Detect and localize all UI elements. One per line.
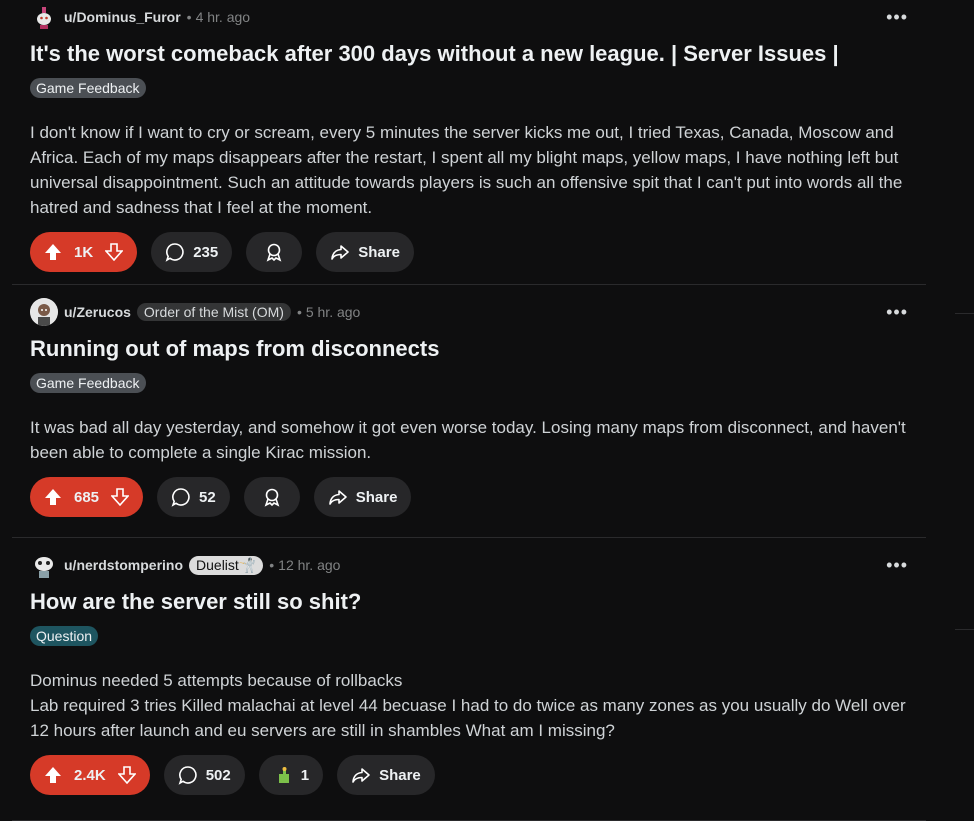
post-flair[interactable]: Game Feedback xyxy=(30,373,146,393)
award-button[interactable] xyxy=(243,477,300,517)
username[interactable]: u/nerdstomperino xyxy=(64,557,183,573)
ellipsis-icon[interactable]: ••• xyxy=(886,7,908,28)
post-actions: 2.4K 502 1 Share xyxy=(30,753,908,809)
post-time: 5 hr. ago xyxy=(305,304,361,320)
post-title[interactable]: How are the server still so shit? xyxy=(30,588,908,616)
award-button[interactable]: 1 xyxy=(258,755,324,795)
downvote-icon[interactable] xyxy=(105,243,124,261)
ellipsis-icon[interactable]: ••• xyxy=(886,555,908,576)
post-card[interactable]: u/Zerucos Order of the Mist (OM) • 5 hr.… xyxy=(12,285,926,538)
post-actions: 685 52 Share xyxy=(30,475,908,531)
post-time: 12 hr. ago xyxy=(278,557,341,573)
share-label: Share xyxy=(379,766,421,784)
post-actions: 1K 235 Share xyxy=(30,230,908,286)
user-avatar-icon xyxy=(30,298,58,326)
user-avatar[interactable] xyxy=(30,298,58,326)
snoo-avatar-icon xyxy=(35,557,53,578)
divider xyxy=(955,313,974,314)
comment-icon xyxy=(165,243,184,262)
share-button[interactable]: Share xyxy=(313,477,412,517)
upvote-icon[interactable] xyxy=(44,488,62,506)
username[interactable]: u/Zerucos xyxy=(64,304,131,320)
comments-button[interactable]: 502 xyxy=(163,755,245,795)
share-icon xyxy=(328,490,347,505)
comments-button[interactable]: 52 xyxy=(157,477,230,517)
downvote-icon[interactable] xyxy=(111,488,130,506)
share-button[interactable]: Share xyxy=(337,755,435,795)
post-body: Dominus needed 5 attempts because of rol… xyxy=(30,671,906,740)
separator-dot: • xyxy=(296,304,302,320)
separator-dot: • xyxy=(186,9,192,25)
user-avatar[interactable] xyxy=(30,3,58,31)
user-flair: Duelist🤺 xyxy=(189,555,264,575)
comments-button[interactable]: 235 xyxy=(151,232,233,272)
comment-count: 235 xyxy=(193,243,219,261)
post-card[interactable]: u/Dominus_Furor • 4 hr. ago ••• It's the… xyxy=(12,0,926,285)
share-label: Share xyxy=(355,488,398,506)
post-card[interactable]: u/nerdstomperino Duelist🤺 • 12 hr. ago •… xyxy=(12,538,926,821)
post-title[interactable]: Running out of maps from disconnects xyxy=(30,335,908,363)
separator-dot: • xyxy=(269,557,275,573)
upvote-icon[interactable] xyxy=(44,766,62,784)
post-flair[interactable]: Game Feedback xyxy=(30,78,146,98)
award-icon xyxy=(266,243,282,262)
vote-button[interactable]: 1K xyxy=(30,232,138,272)
upvote-icon[interactable] xyxy=(44,243,62,261)
award-icon xyxy=(264,488,280,507)
award-button[interactable] xyxy=(246,232,303,272)
divider xyxy=(955,629,974,630)
post-body: It was bad all day yesterday, and someho… xyxy=(30,418,906,462)
vote-button[interactable]: 2.4K xyxy=(30,755,150,795)
share-icon xyxy=(352,768,370,783)
comment-count: 52 xyxy=(199,488,216,506)
share-icon xyxy=(331,245,350,260)
vote-count: 1K xyxy=(74,243,94,261)
vote-count: 2.4K xyxy=(74,766,106,784)
ellipsis-icon[interactable]: ••• xyxy=(886,302,908,323)
comment-icon xyxy=(178,766,197,785)
post-body: I don't know if I want to cry or scream,… xyxy=(30,123,903,217)
post-feed: u/Dominus_Furor • 4 hr. ago ••• It's the… xyxy=(12,0,926,821)
award-count: 1 xyxy=(300,766,310,784)
vote-count: 685 xyxy=(74,488,100,506)
vote-button[interactable]: 685 xyxy=(30,477,144,517)
comment-count: 502 xyxy=(205,766,231,784)
post-title[interactable]: It's the worst comeback after 300 days w… xyxy=(30,40,908,68)
share-button[interactable]: Share xyxy=(316,232,414,272)
post-time: 4 hr. ago xyxy=(195,9,251,25)
post-meta: u/Dominus_Furor • 4 hr. ago ••• xyxy=(30,0,908,34)
comment-icon xyxy=(171,488,190,507)
snoo-avatar-icon xyxy=(37,7,51,29)
username[interactable]: u/Dominus_Furor xyxy=(64,9,181,25)
post-meta: u/Zerucos Order of the Mist (OM) • 5 hr.… xyxy=(30,295,908,329)
user-avatar[interactable] xyxy=(30,551,58,579)
share-label: Share xyxy=(358,243,400,261)
award-icon xyxy=(278,767,289,783)
post-meta: u/nerdstomperino Duelist🤺 • 12 hr. ago •… xyxy=(30,548,908,582)
downvote-icon[interactable] xyxy=(117,766,136,784)
user-flair: Order of the Mist (OM) xyxy=(136,303,291,321)
post-flair[interactable]: Question xyxy=(30,626,99,646)
